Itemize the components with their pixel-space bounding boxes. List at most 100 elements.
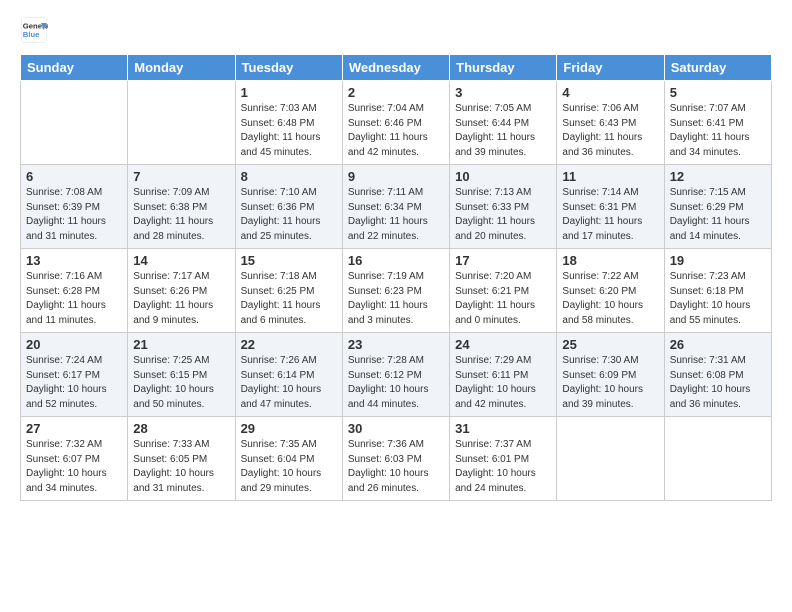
calendar-week-row: 1 Sunrise: 7:03 AM Sunset: 6:48 PM Daylig… [21,81,772,165]
svg-text:Blue: Blue [23,30,40,39]
calendar-cell [21,81,128,165]
day-info: Sunrise: 7:35 AM Sunset: 6:04 PM Dayligh… [241,438,337,496]
day-info: Sunrise: 7:37 AM Sunset: 6:01 PM Dayligh… [455,438,551,496]
weekday-header: Saturday [664,55,771,81]
page: General Blue SundayMondayTuesdayWednesda… [0,0,792,517]
day-number: 11 [562,169,658,184]
day-number: 26 [670,337,766,352]
day-info: Sunrise: 7:16 AM Sunset: 6:28 PM Dayligh… [26,270,122,328]
day-number: 1 [241,85,337,100]
day-info: Sunrise: 7:18 AM Sunset: 6:25 PM Dayligh… [241,270,337,328]
day-info: Sunrise: 7:04 AM Sunset: 6:46 PM Dayligh… [348,102,444,160]
calendar-cell: 16 Sunrise: 7:19 AM Sunset: 6:23 PM Dayli… [342,249,449,333]
day-info: Sunrise: 7:13 AM Sunset: 6:33 PM Dayligh… [455,186,551,244]
calendar-cell: 12 Sunrise: 7:15 AM Sunset: 6:29 PM Dayli… [664,165,771,249]
weekday-header: Thursday [450,55,557,81]
calendar-cell: 20 Sunrise: 7:24 AM Sunset: 6:17 PM Dayli… [21,333,128,417]
day-number: 3 [455,85,551,100]
calendar-cell [557,417,664,501]
calendar-week-row: 27 Sunrise: 7:32 AM Sunset: 6:07 PM Dayli… [21,417,772,501]
calendar-cell: 24 Sunrise: 7:29 AM Sunset: 6:11 PM Dayli… [450,333,557,417]
calendar-cell: 2 Sunrise: 7:04 AM Sunset: 6:46 PM Daylig… [342,81,449,165]
header: General Blue [20,16,772,44]
calendar-week-row: 13 Sunrise: 7:16 AM Sunset: 6:28 PM Dayli… [21,249,772,333]
day-number: 20 [26,337,122,352]
day-info: Sunrise: 7:09 AM Sunset: 6:38 PM Dayligh… [133,186,229,244]
day-info: Sunrise: 7:03 AM Sunset: 6:48 PM Dayligh… [241,102,337,160]
day-info: Sunrise: 7:14 AM Sunset: 6:31 PM Dayligh… [562,186,658,244]
calendar-cell: 6Sunrise: 7:08 AM Sunset: 6:39 PM Daylig… [21,165,128,249]
calendar-cell: 11 Sunrise: 7:14 AM Sunset: 6:31 PM Dayli… [557,165,664,249]
day-number: 25 [562,337,658,352]
day-info: Sunrise: 7:15 AM Sunset: 6:29 PM Dayligh… [670,186,766,244]
weekday-header: Wednesday [342,55,449,81]
calendar-cell: 8Sunrise: 7:10 AM Sunset: 6:36 PM Daylig… [235,165,342,249]
day-info: Sunrise: 7:28 AM Sunset: 6:12 PM Dayligh… [348,354,444,412]
day-info: Sunrise: 7:17 AM Sunset: 6:26 PM Dayligh… [133,270,229,328]
calendar-table: SundayMondayTuesdayWednesdayThursdayFrid… [20,54,772,501]
calendar-cell: 31 Sunrise: 7:37 AM Sunset: 6:01 PM Dayli… [450,417,557,501]
logo-icon: General Blue [20,16,48,44]
weekday-header: Sunday [21,55,128,81]
calendar-cell: 23 Sunrise: 7:28 AM Sunset: 6:12 PM Dayli… [342,333,449,417]
day-number: 30 [348,421,444,436]
calendar-header-row: SundayMondayTuesdayWednesdayThursdayFrid… [21,55,772,81]
day-number: 15 [241,253,337,268]
calendar-week-row: 20 Sunrise: 7:24 AM Sunset: 6:17 PM Dayli… [21,333,772,417]
weekday-header: Friday [557,55,664,81]
day-number: 23 [348,337,444,352]
day-info: Sunrise: 7:19 AM Sunset: 6:23 PM Dayligh… [348,270,444,328]
day-info: Sunrise: 7:29 AM Sunset: 6:11 PM Dayligh… [455,354,551,412]
day-number: 18 [562,253,658,268]
calendar-cell [664,417,771,501]
calendar-cell: 18Sunrise: 7:22 AM Sunset: 6:20 PM Dayli… [557,249,664,333]
day-info: Sunrise: 7:26 AM Sunset: 6:14 PM Dayligh… [241,354,337,412]
day-number: 16 [348,253,444,268]
day-info: Sunrise: 7:24 AM Sunset: 6:17 PM Dayligh… [26,354,122,412]
calendar-cell: 19 Sunrise: 7:23 AM Sunset: 6:18 PM Dayli… [664,249,771,333]
day-info: Sunrise: 7:33 AM Sunset: 6:05 PM Dayligh… [133,438,229,496]
day-number: 4 [562,85,658,100]
calendar-cell: 15 Sunrise: 7:18 AM Sunset: 6:25 PM Dayli… [235,249,342,333]
day-info: Sunrise: 7:30 AM Sunset: 6:09 PM Dayligh… [562,354,658,412]
day-number: 31 [455,421,551,436]
calendar-cell: 1 Sunrise: 7:03 AM Sunset: 6:48 PM Daylig… [235,81,342,165]
calendar-cell: 25 Sunrise: 7:30 AM Sunset: 6:09 PM Dayli… [557,333,664,417]
calendar-cell: 17Sunrise: 7:20 AM Sunset: 6:21 PM Dayli… [450,249,557,333]
calendar-cell: 28 Sunrise: 7:33 AM Sunset: 6:05 PM Dayli… [128,417,235,501]
calendar-cell: 30 Sunrise: 7:36 AM Sunset: 6:03 PM Dayli… [342,417,449,501]
calendar-cell: 4 Sunrise: 7:06 AM Sunset: 6:43 PM Daylig… [557,81,664,165]
calendar-cell: 14Sunrise: 7:17 AM Sunset: 6:26 PM Dayli… [128,249,235,333]
day-info: Sunrise: 7:25 AM Sunset: 6:15 PM Dayligh… [133,354,229,412]
calendar-cell: 29Sunrise: 7:35 AM Sunset: 6:04 PM Dayli… [235,417,342,501]
day-number: 19 [670,253,766,268]
day-info: Sunrise: 7:20 AM Sunset: 6:21 PM Dayligh… [455,270,551,328]
day-number: 28 [133,421,229,436]
calendar-cell: 3 Sunrise: 7:05 AM Sunset: 6:44 PM Daylig… [450,81,557,165]
day-number: 7 [133,169,229,184]
day-number: 9 [348,169,444,184]
calendar-cell: 7 Sunrise: 7:09 AM Sunset: 6:38 PM Daylig… [128,165,235,249]
day-info: Sunrise: 7:36 AM Sunset: 6:03 PM Dayligh… [348,438,444,496]
calendar-cell: 10 Sunrise: 7:13 AM Sunset: 6:33 PM Dayli… [450,165,557,249]
calendar-cell: 22 Sunrise: 7:26 AM Sunset: 6:14 PM Dayli… [235,333,342,417]
day-info: Sunrise: 7:07 AM Sunset: 6:41 PM Dayligh… [670,102,766,160]
day-info: Sunrise: 7:05 AM Sunset: 6:44 PM Dayligh… [455,102,551,160]
day-info: Sunrise: 7:31 AM Sunset: 6:08 PM Dayligh… [670,354,766,412]
day-info: Sunrise: 7:23 AM Sunset: 6:18 PM Dayligh… [670,270,766,328]
day-number: 13 [26,253,122,268]
calendar-cell [128,81,235,165]
day-number: 24 [455,337,551,352]
day-info: Sunrise: 7:08 AM Sunset: 6:39 PM Dayligh… [26,186,122,244]
calendar-cell: 13 Sunrise: 7:16 AM Sunset: 6:28 PM Dayli… [21,249,128,333]
day-number: 8 [241,169,337,184]
day-info: Sunrise: 7:11 AM Sunset: 6:34 PM Dayligh… [348,186,444,244]
day-number: 12 [670,169,766,184]
day-number: 10 [455,169,551,184]
day-number: 27 [26,421,122,436]
day-info: Sunrise: 7:06 AM Sunset: 6:43 PM Dayligh… [562,102,658,160]
calendar-week-row: 6Sunrise: 7:08 AM Sunset: 6:39 PM Daylig… [21,165,772,249]
day-info: Sunrise: 7:32 AM Sunset: 6:07 PM Dayligh… [26,438,122,496]
day-number: 22 [241,337,337,352]
day-number: 2 [348,85,444,100]
